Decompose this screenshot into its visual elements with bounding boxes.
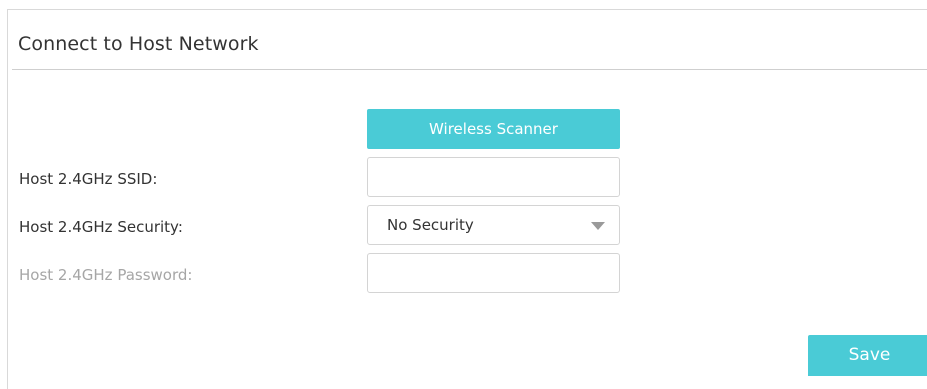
chevron-down-icon [591,222,605,230]
security-label: Host 2.4GHz Security: [19,218,183,236]
security-selected-value: No Security [387,216,474,234]
section-title: Connect to Host Network [18,33,259,55]
security-select[interactable]: No Security [367,205,620,245]
wireless-scanner-button[interactable]: Wireless Scanner [367,109,620,149]
password-input[interactable] [367,253,620,293]
ssid-input[interactable] [367,157,620,197]
ssid-label: Host 2.4GHz SSID: [19,170,158,188]
title-divider [12,69,927,70]
save-button[interactable]: Save [808,335,927,376]
settings-panel [7,9,927,389]
password-label: Host 2.4GHz Password: [19,266,193,284]
